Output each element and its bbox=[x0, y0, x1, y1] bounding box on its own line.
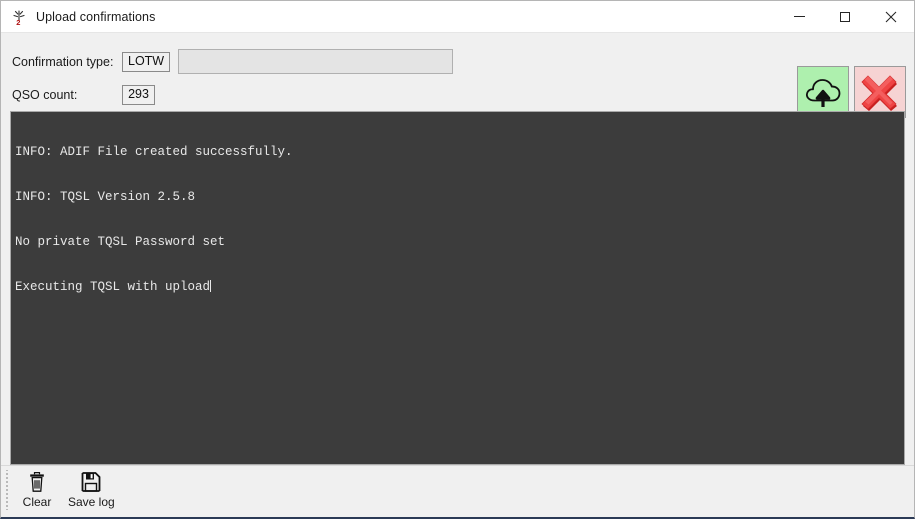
maximize-button[interactable] bbox=[822, 1, 868, 32]
cloud-upload-icon bbox=[806, 79, 841, 107]
qso-count-label: QSO count: bbox=[12, 88, 78, 102]
log-line: INFO: TQSL Version 2.5.8 bbox=[15, 190, 196, 204]
confirmation-type-input[interactable] bbox=[178, 49, 454, 74]
window-title: Upload confirmations bbox=[36, 9, 156, 24]
toolbar-gripper[interactable] bbox=[4, 470, 11, 510]
red-x-icon bbox=[861, 75, 897, 111]
maximize-icon bbox=[840, 11, 850, 22]
svg-text:2: 2 bbox=[16, 18, 20, 26]
log-area-wrapper: INFO: ADIF File created successfully. IN… bbox=[10, 111, 905, 465]
qso-count-value: 293 bbox=[122, 85, 155, 105]
log-console[interactable]: INFO: ADIF File created successfully. IN… bbox=[10, 111, 905, 465]
close-icon bbox=[885, 11, 897, 22]
confirmation-type-label: Confirmation type: bbox=[12, 54, 114, 69]
window-controls bbox=[776, 1, 914, 32]
trash-icon bbox=[27, 470, 47, 494]
save-log-button[interactable]: Save log bbox=[63, 469, 120, 509]
clear-button[interactable]: Clear bbox=[11, 469, 63, 509]
clear-button-label: Clear bbox=[22, 495, 52, 509]
confirmation-type-value: LOTW bbox=[122, 51, 171, 72]
floppy-disk-icon bbox=[80, 470, 102, 494]
close-button[interactable] bbox=[868, 1, 914, 32]
confirmation-type-row: Confirmation type: LOTW bbox=[12, 49, 454, 74]
log-line: No private TQSL Password set bbox=[15, 235, 226, 249]
form-area: Confirmation type: LOTW QSO count: 293 bbox=[1, 33, 914, 118]
qso-count-row: QSO count: 293 bbox=[12, 85, 155, 105]
text-caret bbox=[210, 280, 212, 292]
title-bar: 2 Upload confirmations bbox=[1, 1, 914, 33]
minimize-button[interactable] bbox=[776, 1, 822, 32]
log-line-text: Executing TQSL with upload bbox=[15, 280, 211, 294]
minimize-icon bbox=[793, 16, 805, 17]
upload-confirmations-window: 2 Upload confirmations Confirmation type… bbox=[0, 0, 915, 519]
log-line: INFO: ADIF File created successfully. bbox=[15, 145, 293, 159]
save-log-button-label: Save log bbox=[68, 495, 115, 509]
bottom-toolbar: Clear Save log bbox=[1, 465, 914, 517]
antenna-icon: 2 bbox=[10, 8, 28, 27]
log-line-last: Executing TQSL with upload bbox=[15, 280, 900, 295]
